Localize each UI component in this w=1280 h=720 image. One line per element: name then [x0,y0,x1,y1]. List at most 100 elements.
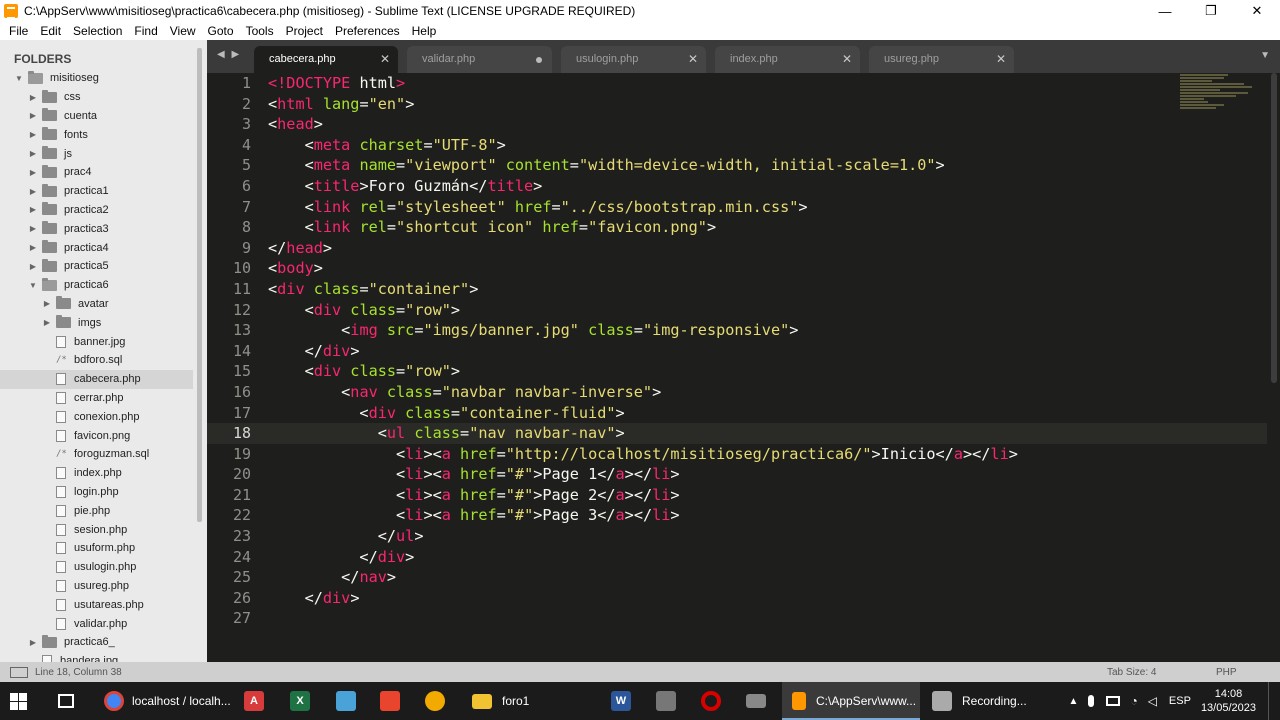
menu-selection[interactable]: Selection [67,24,128,38]
minimize-button[interactable]: — [1142,0,1188,22]
chevron-right-icon[interactable]: ▶ [28,93,38,102]
sidebar-folder[interactable]: ▶ practica2 [0,201,193,220]
chevron-right-icon[interactable]: ▶ [28,149,38,158]
taskbar-recording[interactable]: Recording... [922,682,1052,720]
code-line[interactable]: <img src="imgs/banner.jpg" class="img-re… [268,320,1228,341]
close-icon[interactable]: ✕ [842,46,852,72]
chevron-right-icon[interactable]: ▶ [28,638,38,647]
sidebar-file[interactable]: banner.jpg [0,332,193,351]
sidebar-file[interactable]: favicon.png [0,426,193,445]
chevron-right-icon[interactable]: ▶ [28,262,38,271]
minimap[interactable] [1180,73,1260,123]
menu-file[interactable]: File [3,24,34,38]
menu-help[interactable]: Help [406,24,443,38]
clock[interactable]: 14:08 13/05/2023 [1201,687,1256,715]
taskbar-foro1-folder[interactable]: foro1 [464,682,584,720]
tab-usulogin[interactable]: usulogin.php ✕ [561,46,706,73]
sidebar-folder[interactable]: ▶ js [0,144,193,163]
microphone-icon[interactable] [1088,695,1095,707]
chevron-right-icon[interactable]: ▶ [28,187,38,196]
code-editor[interactable]: 1 2 3 4 5 6 7 8 9 10 11 12 13 14 15 16 17 18 19 20 21 22 23 24 2… [207,73,1280,662]
sidebar-folder[interactable]: ▼ misitioseg [0,69,193,88]
taskbar-app-window[interactable] [746,682,766,720]
sidebar-file[interactable]: conexion.php [0,407,193,426]
taskbar-word[interactable]: W [611,682,631,720]
sidebar-file[interactable]: usureg.php [0,577,193,596]
menu-find[interactable]: Find [128,24,163,38]
task-view-button[interactable] [58,682,74,720]
taskbar-app-red[interactable] [380,682,400,720]
sidebar-folder[interactable]: ▶ avatar [0,295,193,314]
close-button[interactable]: ✕ [1234,0,1280,22]
code-line[interactable]: <li><a href="http://localhost/misitioseg… [268,444,1228,465]
sidebar-folder[interactable]: ▶ practica5 [0,257,193,276]
chevron-right-icon[interactable]: ▶ [28,130,38,139]
chevron-right-icon[interactable]: ▶ [28,168,38,177]
code-line[interactable]: <head> [268,114,1228,135]
sidebar-folder[interactable]: ▶ cuenta [0,107,193,126]
close-icon[interactable]: ✕ [996,46,1006,72]
menu-project[interactable]: Project [280,24,329,38]
taskbar-chrome[interactable]: localhost / localh... [96,682,232,720]
code-line[interactable]: <div class="container"> [268,279,1228,300]
sidebar-folder[interactable]: ▶ prac4 [0,163,193,182]
code-line[interactable]: <li><a href="#">Page 3</a></li> [268,505,1228,526]
wifi-icon[interactable]: ◔ [1130,694,1137,708]
sidebar-file[interactable]: pie.php [0,501,193,520]
code-line[interactable]: <link rel="shortcut icon" href="favicon.… [268,217,1228,238]
tab-validar[interactable]: validar.php [407,46,552,73]
sidebar-file[interactable]: /* bdforo.sql [0,351,193,370]
sidebar-folder[interactable]: ▶ imgs [0,313,193,332]
network-icon[interactable] [1106,696,1121,706]
code-line[interactable]: <div class="container-fluid"> [268,403,1228,424]
sidebar-file[interactable]: usulogin.php [0,558,193,577]
code-line[interactable]: </nav> [268,567,1228,588]
unsaved-dot-icon[interactable] [536,57,542,63]
chevron-right-icon[interactable]: ▶ [28,111,38,120]
code-line[interactable]: <meta charset="UTF-8"> [268,135,1228,156]
sidebar-file[interactable]: validar.php [0,614,193,633]
start-button[interactable] [10,682,27,720]
chevron-right-icon[interactable]: ▶ [28,243,38,252]
code-line[interactable] [268,608,1228,629]
tab-index[interactable]: index.php ✕ [715,46,860,73]
sidebar-file[interactable]: index.php [0,464,193,483]
sidebar-file[interactable]: usutareas.php [0,595,193,614]
sidebar-folder[interactable]: ▼ practica6 [0,276,193,295]
code-line[interactable]: <li><a href="#">Page 1</a></li> [268,464,1228,485]
sidebar-folder[interactable]: ▶ fonts [0,125,193,144]
code-line[interactable]: <html lang="en"> [268,94,1228,115]
code-line[interactable]: <meta name="viewport" content="width=dev… [268,155,1228,176]
tab-size-selector[interactable]: Tab Size: 4 [1107,667,1156,678]
sidebar-folder[interactable]: ▶ practica6_ [0,633,193,652]
language-indicator[interactable]: ESP [1169,695,1191,707]
code-line[interactable]: <!DOCTYPE html> [268,73,1228,94]
sidebar-folder[interactable]: ▶ css [0,88,193,107]
taskbar-opera[interactable] [701,682,721,720]
sidebar-folder[interactable]: ▶ practica3 [0,219,193,238]
sidebar-file[interactable]: cerrar.php [0,389,193,408]
code-line[interactable]: <li><a href="#">Page 2</a></li> [268,485,1228,506]
code-line[interactable]: <div class="row"> [268,300,1228,321]
notifications-icon[interactable] [1268,682,1280,720]
chevron-down-icon[interactable]: ▼ [14,74,24,83]
menu-view[interactable]: View [164,24,202,38]
maximize-button[interactable]: ❐ [1188,0,1234,22]
taskbar-sublime[interactable]: C:\AppServ\www... [782,682,920,720]
code-line[interactable]: </div> [268,588,1228,609]
sidebar-file[interactable]: /* foroguzman.sql [0,445,193,464]
close-icon[interactable]: ✕ [688,46,698,72]
sidebar-folder[interactable]: ▶ practica1 [0,182,193,201]
sidebar-scrollbar[interactable] [197,48,202,522]
sidebar-file[interactable]: cabecera.php [0,369,193,389]
code-line[interactable]: <body> [268,258,1228,279]
volume-icon[interactable]: ◁ [1148,694,1157,708]
taskbar-calculator[interactable] [656,682,676,720]
menu-preferences[interactable]: Preferences [329,24,406,38]
sidebar-file[interactable]: bandera.jpg [0,652,193,662]
sidebar-file[interactable]: usuform.php [0,539,193,558]
menu-tools[interactable]: Tools [240,24,280,38]
taskbar-excel[interactable]: X [290,682,310,720]
sidebar-file[interactable]: sesion.php [0,520,193,539]
panel-toggle-icon[interactable] [10,666,28,678]
